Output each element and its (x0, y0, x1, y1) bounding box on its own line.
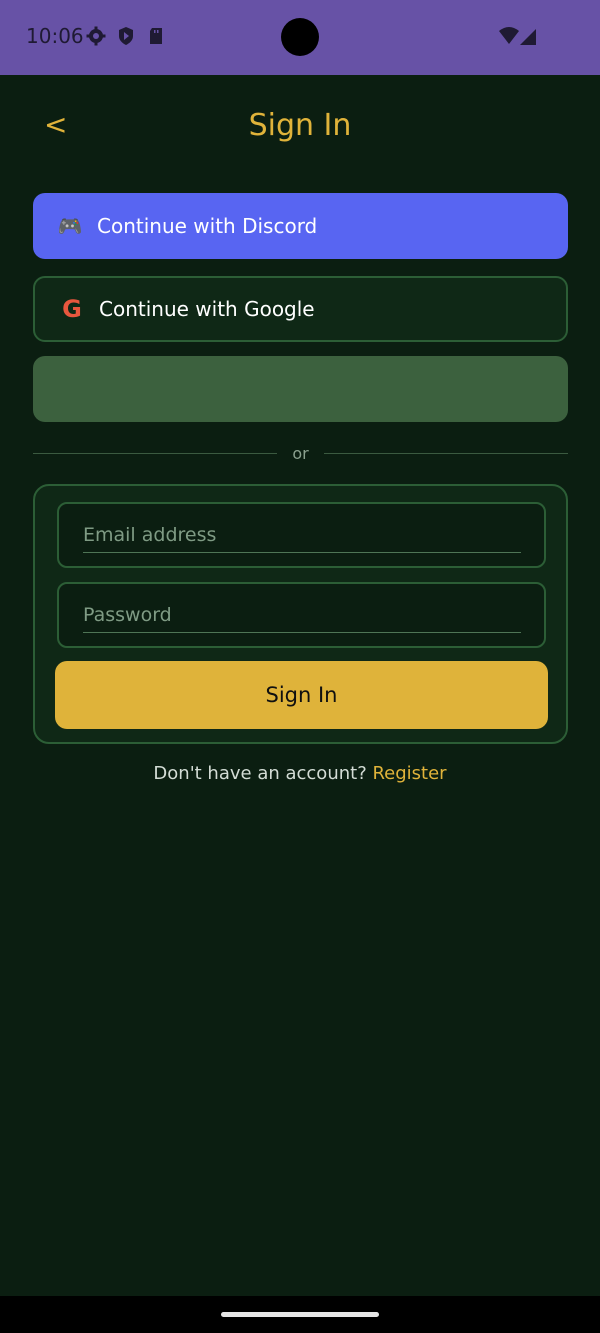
google-icon: G (62, 295, 82, 323)
divider-line-left (33, 453, 277, 454)
google-signin-label: Continue with Google (99, 297, 315, 321)
signal-icon (520, 29, 536, 45)
sd-card-icon (146, 26, 166, 46)
password-field[interactable] (83, 598, 521, 633)
status-right-icons (498, 26, 538, 48)
status-bar: 10:06 (0, 0, 600, 75)
discord-signin-button[interactable]: 🎮 Continue with Discord (33, 193, 568, 259)
sign-in-button[interactable]: Sign In (55, 661, 548, 729)
google-signin-button[interactable]: G Continue with Google (33, 276, 568, 342)
status-time: 10:06 (26, 24, 84, 48)
email-field-container (57, 502, 546, 568)
password-field-container (57, 582, 546, 648)
register-link[interactable]: Register (372, 763, 446, 784)
shield-icon (116, 26, 136, 46)
back-button[interactable]: < (44, 108, 67, 141)
controller-icon: 🎮 (57, 214, 83, 238)
divider-label: or (292, 444, 309, 463)
page-title: Sign In (248, 108, 352, 143)
signin-form: Sign In (33, 484, 568, 744)
register-row: Don't have an account? Register (0, 763, 600, 784)
navigation-bar (0, 1296, 600, 1333)
home-indicator[interactable] (221, 1312, 379, 1317)
gear-icon (86, 26, 106, 46)
front-camera (281, 18, 319, 56)
email-field[interactable] (83, 518, 521, 553)
divider-line-right (324, 453, 568, 454)
register-prompt: Don't have an account? (153, 763, 373, 784)
third-signin-button[interactable] (33, 356, 568, 422)
discord-signin-label: Continue with Discord (97, 214, 318, 238)
wifi-icon (499, 27, 519, 44)
status-icons (86, 26, 166, 46)
